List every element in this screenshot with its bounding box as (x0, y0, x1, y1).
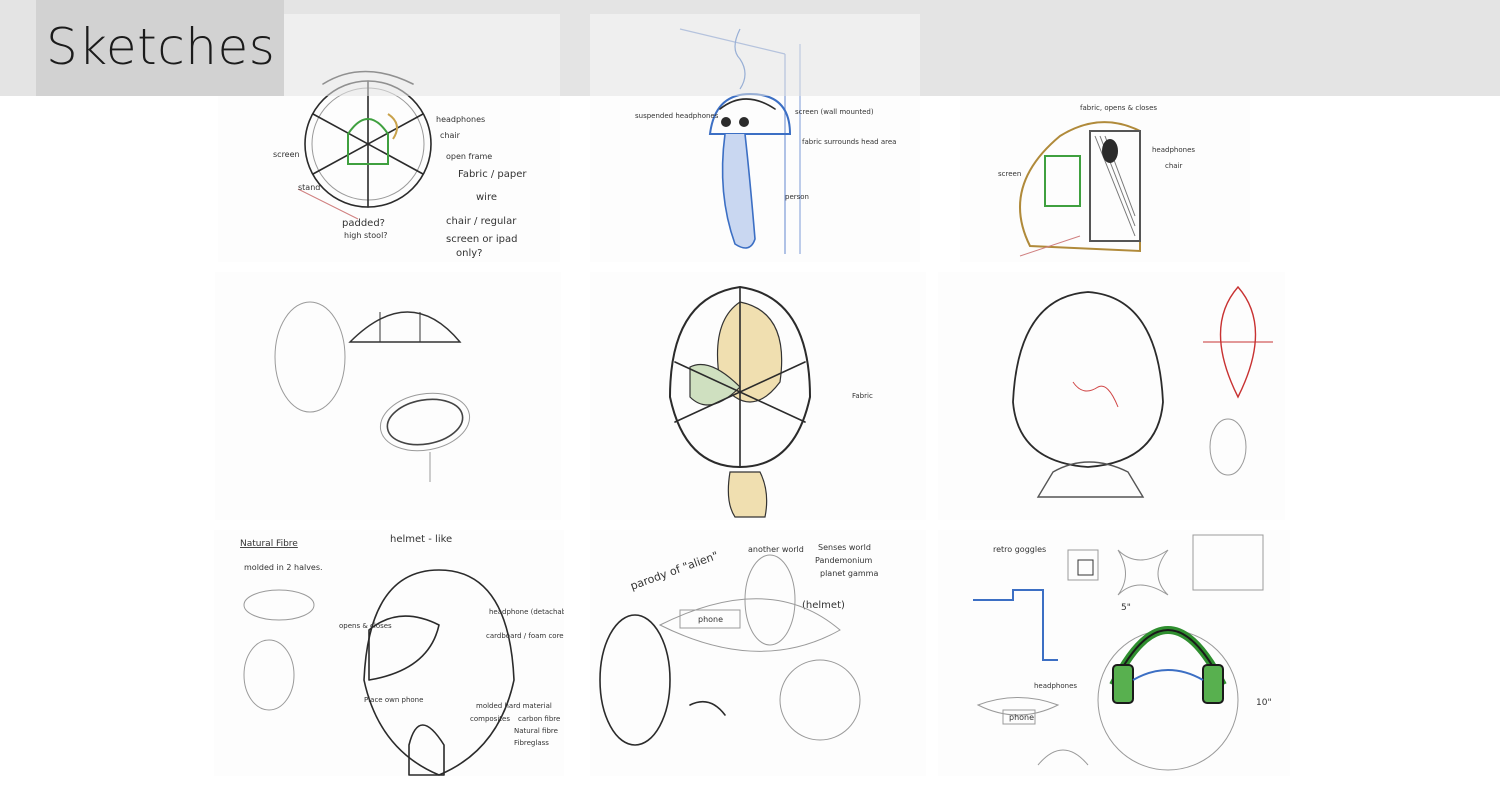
label-molded-halves: molded in 2 halves. (244, 563, 323, 572)
label-10in: 10" (1256, 698, 1272, 708)
label-screen-3: screen (998, 170, 1021, 178)
sketch-alien-parody-drawing: parody of "alien" another world Senses w… (599, 543, 878, 746)
sketch-cocoon-chair: fabric, opens & closes headphones screen… (960, 96, 1250, 262)
label-composites: composites (470, 715, 510, 723)
label-5in: 5" (1121, 603, 1131, 613)
label-screen-ipad: screen or ipad (446, 234, 517, 245)
label-high-stool: high stool? (344, 231, 388, 240)
label-helmet-like: helmet - like (390, 534, 452, 545)
label-pandemonium: Pandemonium (815, 556, 872, 565)
label-natural-fibre: Natural Fibre (240, 539, 298, 549)
sketch-ovals (215, 272, 561, 520)
label-suspended-headphones: suspended headphones (635, 112, 719, 120)
label-carbon-fibre: carbon fibre (518, 715, 560, 723)
label-headphone-detachable: headphone (detachable) (489, 608, 564, 616)
sketch-suspended-headphones: suspended headphones screen (wall mounte… (590, 14, 920, 262)
sketch-ovals-drawing (274, 301, 471, 482)
label-parody-alien: parody of "alien" (629, 549, 720, 593)
sketch-suspended-headphones-drawing: suspended headphones screen (wall mounte… (635, 28, 896, 254)
sketch-helmet-like: Natural Fibre molded in 2 halves. helmet… (214, 530, 564, 776)
label-fibreglass: Fibreglass (514, 739, 549, 747)
sketch-egg-chair (938, 272, 1285, 520)
label-cardboard: cardboard / foam core (486, 632, 564, 640)
label-stand: stand (298, 183, 320, 192)
label-padded: padded? (342, 218, 385, 229)
label-fabric: Fabric (852, 392, 873, 400)
label-chair: chair (440, 131, 461, 140)
label-chair-3: chair (1165, 162, 1183, 170)
sketch-headphone-sphere: retro goggles 5" 10" phone headphones (938, 530, 1290, 776)
sketch-helmet-like-drawing: Natural Fibre molded in 2 halves. helmet… (240, 534, 564, 776)
label-screen-wall: screen (wall mounted) (795, 108, 874, 116)
label-chair-regular: chair / regular (446, 216, 517, 227)
label-open-frame: open frame (446, 152, 492, 161)
label-senses-world: Senses world (818, 543, 871, 552)
label-another-world: another world (748, 545, 804, 554)
label-headphones: headphones (436, 115, 485, 124)
page-title-top: Sketches (46, 18, 276, 76)
label-opens-closes: opens & closes (339, 622, 392, 630)
label-phone-8: phone (698, 615, 723, 624)
label-planet-gamma: planet gamma (820, 569, 878, 578)
label-wire: wire (476, 192, 497, 203)
label-place-phone: Place own phone (364, 696, 423, 704)
label-natural-fibre-2: Natural fibre (514, 727, 558, 735)
label-only: only? (456, 248, 482, 259)
sketch-alien-parody: parody of "alien" another world Senses w… (590, 530, 926, 776)
sketch-fabric-sphere: Fabric (590, 272, 926, 520)
label-person: person (785, 193, 809, 201)
label-headphones-3: headphones (1152, 146, 1195, 154)
sketch-cocoon-chair-drawing: fabric, opens & closes headphones screen… (998, 104, 1195, 257)
label-phone-9: phone (1009, 713, 1034, 722)
sketch-fabric-sphere-drawing: Fabric (668, 285, 873, 518)
sketch-headphone-sphere-drawing: retro goggles 5" 10" phone headphones (973, 534, 1272, 771)
label-fabric-paper: Fabric / paper (458, 169, 527, 180)
sketch-egg-chair-drawing (1012, 285, 1273, 498)
label-screen: screen (273, 150, 300, 159)
label-retro-goggles: retro goggles (993, 545, 1046, 554)
label-molded-hard: molded hard material (476, 702, 552, 710)
label-fabric-surrounds: fabric surrounds head area (802, 138, 896, 146)
label-headphones-9: headphones (1034, 682, 1077, 690)
label-fabric-opens: fabric, opens & closes (1080, 104, 1157, 112)
